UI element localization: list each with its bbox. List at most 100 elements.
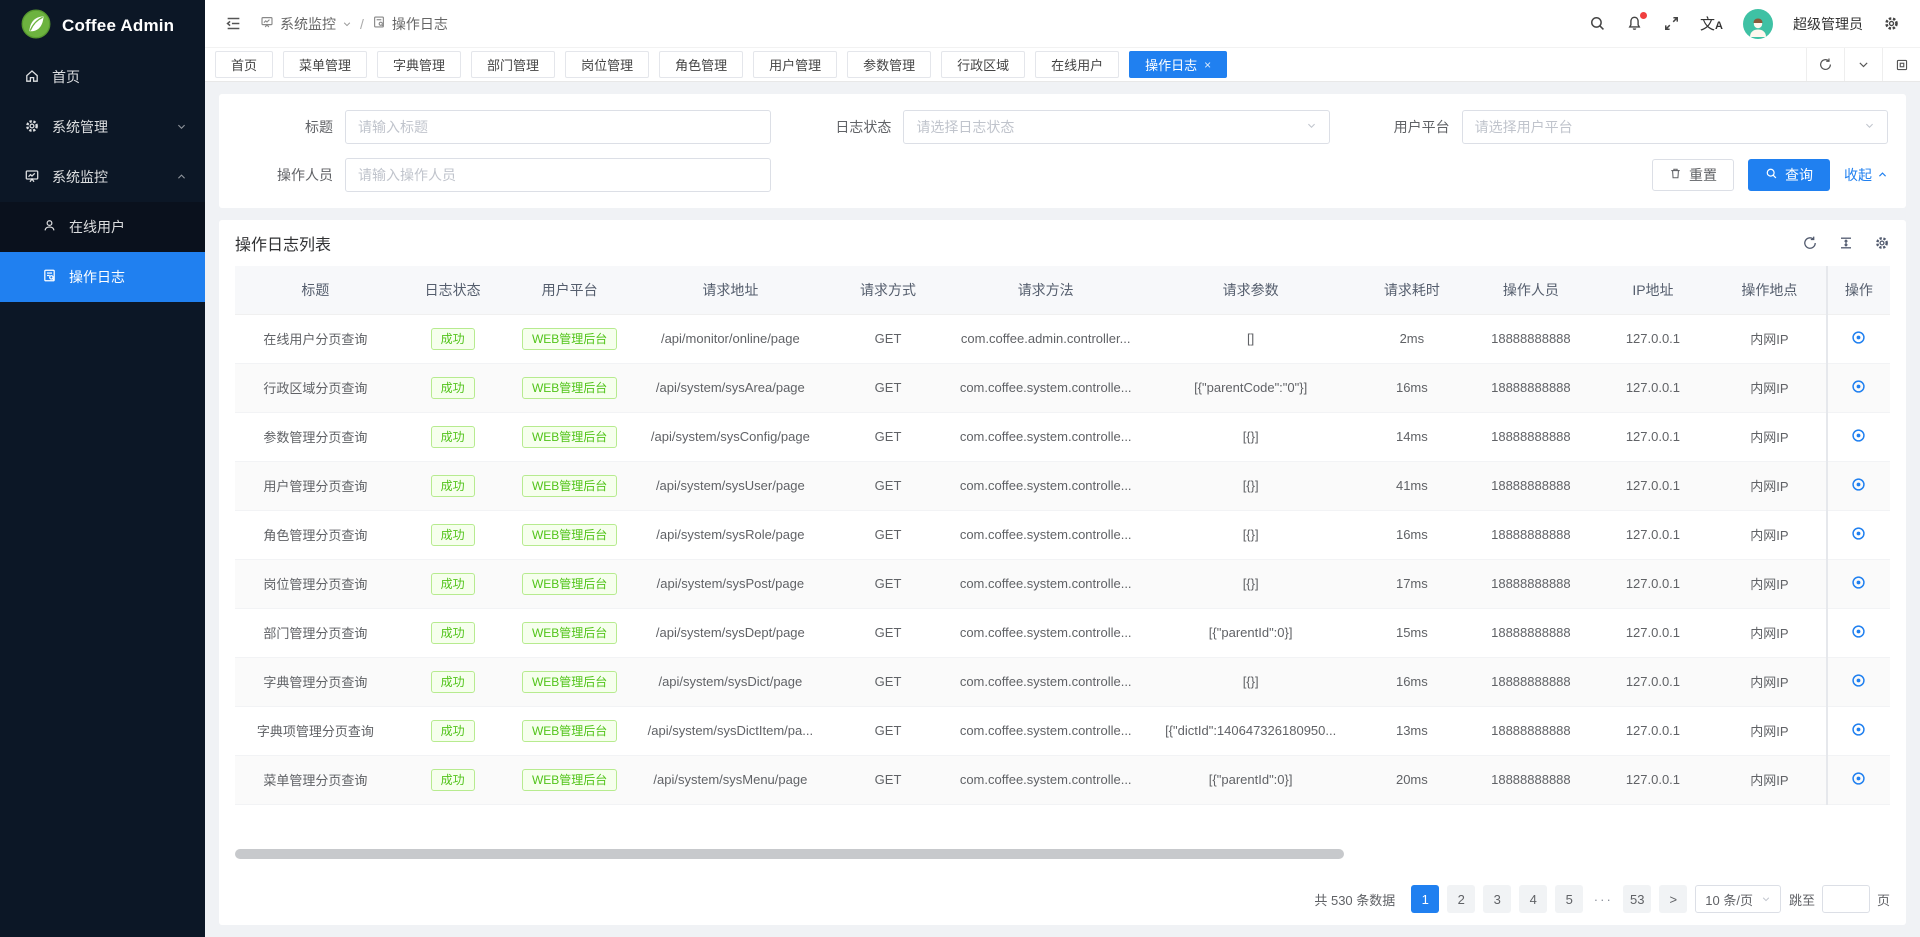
page-content: 标题 日志状态 请选择日志状态 用户平台 请选择用户平台	[205, 82, 1920, 937]
settings-gear-icon[interactable]	[1883, 15, 1900, 32]
pagination: 共 530 条数据 12345···53> 10 条/页 跳至 页	[235, 885, 1890, 913]
view-detail-eye-icon[interactable]	[1850, 574, 1867, 591]
tab[interactable]: 首页	[215, 51, 273, 78]
chevron-down-icon[interactable]	[1844, 48, 1882, 81]
title-input[interactable]	[358, 119, 758, 135]
tab-active[interactable]: 操作日志×	[1129, 51, 1227, 78]
card-title: 操作日志列表	[235, 231, 331, 255]
filter-actions: 重置 查询 收起	[795, 158, 1888, 192]
breadcrumb-item-monitor[interactable]: 系统监控	[260, 14, 352, 34]
tab-close-icon[interactable]: ×	[1204, 58, 1211, 72]
tab[interactable]: 行政区域	[941, 51, 1025, 78]
table-row: 岗位管理分页查询成功WEB管理后台/api/system/sysPost/pag…	[235, 559, 1890, 608]
status-badge: WEB管理后台	[522, 377, 617, 399]
avatar[interactable]	[1743, 9, 1773, 39]
tab[interactable]: 部门管理	[471, 51, 555, 78]
table-row: 字典管理分页查询成功WEB管理后台/api/system/sysDict/pag…	[235, 657, 1890, 706]
tab[interactable]: 在线用户	[1035, 51, 1119, 78]
status-select[interactable]: 请选择日志状态	[903, 110, 1329, 144]
reset-button[interactable]: 重置	[1652, 159, 1734, 191]
table-row: 部门管理分页查询成功WEB管理后台/api/system/sysDept/pag…	[235, 608, 1890, 657]
search-icon[interactable]	[1589, 15, 1606, 32]
breadcrumb-item-operation-log: 操作日志	[372, 14, 448, 34]
view-detail-eye-icon[interactable]	[1850, 623, 1867, 640]
sidebar-item-home[interactable]: 首页	[0, 52, 205, 102]
tab-bar: 首页菜单管理字典管理部门管理岗位管理角色管理用户管理参数管理行政区域在线用户操作…	[205, 48, 1920, 82]
page-button[interactable]: 1	[1411, 885, 1439, 913]
log-list-card: 操作日志列表 标题日志状态用户平台请求地址请求方式请求方法请求参数请求耗时操作人…	[219, 220, 1906, 925]
user-name[interactable]: 超级管理员	[1793, 14, 1863, 34]
tab[interactable]: 参数管理	[847, 51, 931, 78]
collapse-filters-link[interactable]: 收起	[1844, 165, 1888, 185]
pagination-pages: 12345 ··· 53 >	[1411, 885, 1687, 913]
status-badge: 成功	[431, 377, 475, 399]
view-detail-eye-icon[interactable]	[1850, 476, 1867, 493]
page-jump-input[interactable]	[1822, 885, 1870, 913]
collapse-sidebar-icon[interactable]	[225, 15, 242, 32]
table-column-header: 标题	[235, 266, 396, 314]
filter-status-field: 日志状态 请选择日志状态	[795, 110, 1329, 144]
filter-title-label: 标题	[237, 117, 333, 137]
page-button[interactable]: 3	[1483, 885, 1511, 913]
home-icon	[24, 68, 40, 87]
row-density-icon[interactable]	[1838, 235, 1854, 251]
pagination-ellipsis[interactable]: ···	[1591, 892, 1615, 907]
view-detail-eye-icon[interactable]	[1850, 721, 1867, 738]
log-icon	[42, 268, 57, 286]
table-column-header: 请求地址	[630, 266, 831, 314]
status-badge: WEB管理后台	[522, 475, 617, 497]
view-detail-eye-icon[interactable]	[1850, 770, 1867, 787]
refresh-icon[interactable]	[1806, 48, 1844, 81]
page-button[interactable]: 4	[1519, 885, 1547, 913]
search-button[interactable]: 查询	[1748, 159, 1830, 191]
column-settings-gear-icon[interactable]	[1874, 235, 1890, 251]
page-size-select[interactable]: 10 条/页	[1695, 885, 1781, 913]
user-icon	[42, 218, 57, 236]
sidebar-item-operation-log[interactable]: 操作日志	[0, 252, 205, 302]
filter-operator-field: 操作人员	[237, 158, 771, 192]
chevron-up-icon	[1877, 167, 1888, 183]
topbar: 系统监控 / 操作日志 文A	[205, 0, 1920, 48]
refresh-icon[interactable]	[1802, 235, 1818, 251]
next-page-button[interactable]: >	[1659, 885, 1687, 913]
page-button[interactable]: 5	[1555, 885, 1583, 913]
sidebar-submenu: 在线用户 操作日志	[0, 202, 205, 302]
platform-select[interactable]: 请选择用户平台	[1462, 110, 1888, 144]
view-detail-eye-icon[interactable]	[1850, 525, 1867, 542]
gear-icon	[24, 118, 40, 137]
sidebar-item-system-monitor[interactable]: 系统监控	[0, 152, 205, 202]
tab[interactable]: 岗位管理	[565, 51, 649, 78]
view-detail-eye-icon[interactable]	[1850, 672, 1867, 689]
operator-input[interactable]	[358, 167, 758, 183]
sidebar-item-system-management[interactable]: 系统管理	[0, 102, 205, 152]
tab[interactable]: 菜单管理	[283, 51, 367, 78]
fullscreen-icon[interactable]	[1663, 15, 1680, 32]
log-icon	[372, 15, 386, 32]
tab[interactable]: 字典管理	[377, 51, 461, 78]
view-detail-eye-icon[interactable]	[1850, 329, 1867, 346]
sidebar-item-online-users[interactable]: 在线用户	[0, 202, 205, 252]
filter-panel: 标题 日志状态 请选择日志状态 用户平台 请选择用户平台	[219, 94, 1906, 208]
page-button[interactable]: 2	[1447, 885, 1475, 913]
language-translate-icon[interactable]: 文A	[1700, 13, 1723, 34]
table-row: 在线用户分页查询成功WEB管理后台/api/monitor/online/pag…	[235, 314, 1890, 363]
status-badge: 成功	[431, 769, 475, 791]
table-column-header: 日志状态	[396, 266, 510, 314]
tab-bar-tabs: 首页菜单管理字典管理部门管理岗位管理角色管理用户管理参数管理行政区域在线用户操作…	[205, 51, 1806, 78]
trash-icon	[1669, 167, 1682, 183]
horizontal-scrollbar-thumb[interactable]	[235, 849, 1344, 859]
maximize-content-icon[interactable]	[1882, 48, 1920, 81]
notification-bell-icon[interactable]	[1626, 15, 1643, 32]
table-row: 字典项管理分页查询成功WEB管理后台/api/system/sysDictIte…	[235, 706, 1890, 755]
status-badge: 成功	[431, 622, 475, 644]
tab[interactable]: 用户管理	[753, 51, 837, 78]
page-button[interactable]: 53	[1623, 885, 1651, 913]
filter-title-field: 标题	[237, 110, 771, 144]
status-badge: 成功	[431, 524, 475, 546]
tab[interactable]: 角色管理	[659, 51, 743, 78]
status-badge: WEB管理后台	[522, 671, 617, 693]
view-detail-eye-icon[interactable]	[1850, 378, 1867, 395]
status-badge: WEB管理后台	[522, 769, 617, 791]
view-detail-eye-icon[interactable]	[1850, 427, 1867, 444]
table-column-header: 操作人员	[1469, 266, 1593, 314]
